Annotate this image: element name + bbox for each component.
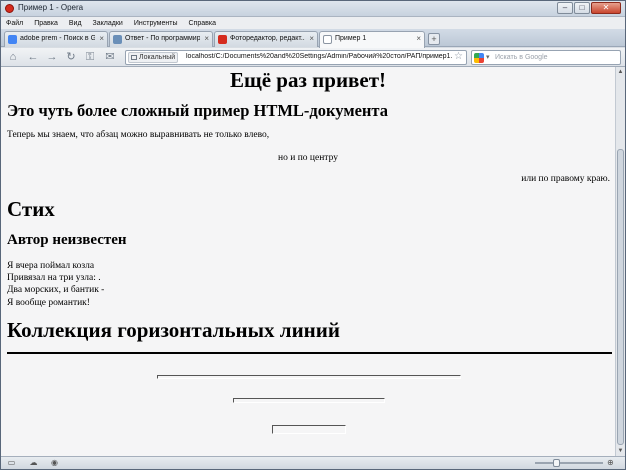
home-icon[interactable]: ⌂ [6,50,20,64]
tab-label: Пример 1 [335,35,367,42]
scrollbar-thumb[interactable] [617,149,624,445]
horizontal-rule-quarter [233,398,385,403]
zoom-icon[interactable]: ⊕ [607,458,614,467]
scroll-down-icon[interactable]: ▼ [616,446,625,456]
poem-line: Я вчера поймал козла [7,261,95,271]
computer-icon [131,55,137,60]
scroll-up-icon[interactable]: ▲ [616,67,625,77]
poem-line: Я вообще романтик! [7,297,90,308]
page-icon [113,35,122,44]
subheading: Это чуть более сложный пример HTML-докум… [7,101,388,120]
panel-toggle-icon[interactable]: ▭ [6,458,17,468]
status-bar: ▭ ☁ ◉ ⊕ [1,456,625,469]
vertical-scrollbar[interactable]: ▲ ▼ [615,67,625,456]
tab-photo-editor[interactable]: Фоторедактор, редакт... × [214,31,318,47]
author-heading: Автор неизвестен [7,232,127,248]
adobe-icon [218,35,227,44]
paragraph-center: но и по центру [278,153,338,163]
tab-label: Ответ - По программир... [125,35,200,42]
tab-answer[interactable]: Ответ - По программир... × [109,31,213,47]
zoom-slider[interactable] [535,462,603,464]
close-tab-icon[interactable]: × [309,34,314,43]
mail-icon[interactable]: ✉ [103,50,117,64]
new-tab-button[interactable]: + [428,33,440,45]
close-tab-icon[interactable]: × [416,34,421,43]
poem: Я вчера поймал козла Привязал на три узл… [7,260,104,309]
menu-tools[interactable]: Инструменты [134,20,178,27]
google-icon [8,35,17,44]
zoom-slider-handle[interactable] [553,459,560,467]
collection-heading: Коллекция горизонтальных линий [7,318,340,342]
tab-bar: adobe prem - Поиск в G... × Ответ - По п… [1,29,625,48]
chevron-down-icon[interactable]: ▾ [486,53,490,61]
minimize-button[interactable]: – [557,2,573,14]
page-heading: Ещё раз привет! [229,68,387,92]
key-icon[interactable]: ⚿ [83,50,97,64]
address-bar[interactable]: Локальный localhost/C:/Documents%20and%2… [125,50,467,65]
menu-view[interactable]: Вид [69,20,82,27]
paragraph-right: или по правому краю. [521,174,610,184]
back-icon[interactable]: ← [26,50,40,64]
close-tab-icon[interactable]: × [99,34,104,43]
unite-icon[interactable]: ◉ [49,458,60,468]
local-site-badge[interactable]: Локальный [128,52,178,63]
bookmark-star-icon[interactable]: ☆ [454,51,463,62]
opera-logo-icon [5,4,14,13]
navigation-bar: ⌂ ← → ↻ ⚿ ✉ Локальный localhost/C:/Docum… [1,48,625,67]
horizontal-rule-box [272,425,346,434]
window-controls: – □ ✕ [557,2,621,14]
paragraph-left: Теперь мы знаем, что абзац можно выравни… [7,130,270,140]
menu-bar: Файл Правка Вид Закладки Инструменты Спр… [1,17,625,29]
menu-file[interactable]: Файл [6,20,23,27]
close-button[interactable]: ✕ [591,2,621,14]
poem-heading: Стих [7,197,55,221]
page-content: Ещё раз привет! Это чуть более сложный п… [1,67,615,456]
poem-line: Два морских, и бантик - [7,285,105,296]
tab-example-1[interactable]: Пример 1 × [319,31,425,48]
search-field[interactable]: ▾ Искать в Google [471,50,621,65]
maximize-button[interactable]: □ [574,2,590,14]
menu-bookmarks[interactable]: Закладки [93,20,123,27]
google-icon[interactable] [474,53,484,63]
browser-window: Пример 1 - Opera – □ ✕ Файл Правка Вид З… [0,0,626,470]
document-icon [323,35,332,44]
menu-edit[interactable]: Правка [34,20,58,27]
menu-help[interactable]: Справка [189,20,216,27]
tab-google-search[interactable]: adobe prem - Поиск в G... × [4,31,108,47]
url-text[interactable]: localhost/C:/Documents%20and%20Settings/… [186,53,452,60]
tab-label: Фоторедактор, редакт... [230,35,305,42]
close-tab-icon[interactable]: × [204,34,209,43]
poem-line: Привязал на три узла: . [7,273,101,284]
horizontal-rule-full [7,352,612,354]
title-bar: Пример 1 - Opera – □ ✕ [1,1,625,17]
search-placeholder: Искать в Google [495,54,548,61]
tab-label: adobe prem - Поиск в G... [20,35,95,42]
window-title: Пример 1 - Opera [18,3,84,12]
site-badge-label: Локальный [139,54,176,61]
reload-icon[interactable]: ↻ [64,50,78,64]
horizontal-rule-half [157,375,461,379]
forward-icon[interactable]: → [45,50,59,64]
cloud-icon[interactable]: ☁ [28,458,39,468]
